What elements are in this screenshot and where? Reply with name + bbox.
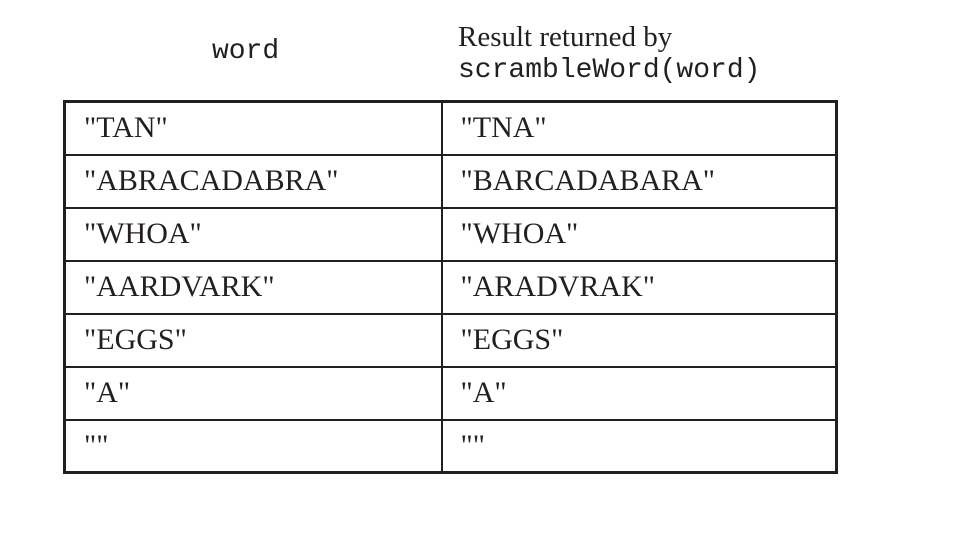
table-row: "TAN" "TNA" <box>63 100 838 156</box>
table-row: "AARDVARK" "ARADVRAK" <box>63 259 838 315</box>
table-row: "EGGS" "EGGS" <box>63 312 838 368</box>
result-cell: "A" <box>440 365 838 421</box>
result-cell: "BARCADABARA" <box>440 153 838 209</box>
table-row: "" "" <box>63 418 838 474</box>
word-cell: "EGGS" <box>63 312 443 368</box>
word-cell: "AARDVARK" <box>63 259 443 315</box>
column-header-result-code: scrambleWord(word) <box>458 55 761 86</box>
word-cell: "A" <box>63 365 443 421</box>
result-cell: "" <box>440 418 838 474</box>
result-cell: "EGGS" <box>440 312 838 368</box>
table-row: "ABRACADABRA" "BARCADABARA" <box>63 153 838 209</box>
table-row: "A" "A" <box>63 365 838 421</box>
scramble-results-table: "TAN" "TNA" "ABRACADABRA" "BARCADABARA" "WHO… <box>63 100 838 474</box>
table-row: "WHOA" "WHOA" <box>63 206 838 262</box>
result-cell: "WHOA" <box>440 206 838 262</box>
result-cell: "ARADVRAK" <box>440 259 838 315</box>
word-cell: "ABRACADABRA" <box>63 153 443 209</box>
word-cell: "TAN" <box>63 100 443 156</box>
column-header-word: word <box>212 36 280 67</box>
word-cell: "" <box>63 418 443 474</box>
column-header-result-text: Result returned by <box>458 21 673 53</box>
result-cell: "TNA" <box>440 100 838 156</box>
column-header-result: Result returned by scrambleWord(word) <box>458 20 760 88</box>
word-cell: "WHOA" <box>63 206 443 262</box>
